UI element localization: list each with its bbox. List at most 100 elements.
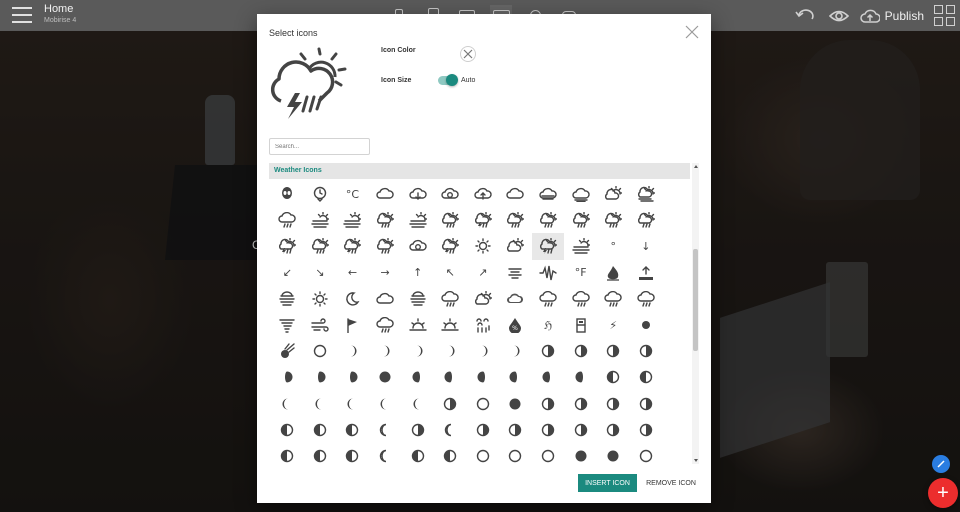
moon-alt-gibbous-1-icon[interactable]	[467, 417, 500, 443]
moon-waning-crescent-3-icon[interactable]	[304, 391, 337, 417]
scroll-up-icon[interactable]	[694, 165, 698, 168]
moon-waning-crescent-6-icon[interactable]	[401, 391, 434, 417]
moon-waxing-gibbous-3-icon[interactable]	[630, 338, 663, 364]
scrollbar-thumb[interactable]	[693, 249, 698, 351]
moon-alt-crescent-3-icon[interactable]	[336, 417, 369, 443]
flood-icon[interactable]	[630, 260, 663, 286]
day-thunderstorm-icon[interactable]	[467, 207, 500, 233]
humidity-icon[interactable]: %	[499, 312, 532, 338]
day-sleet-icon[interactable]	[532, 207, 565, 233]
arrow-down-icon[interactable]: ↓	[630, 233, 663, 259]
day-storm-selected-icon[interactable]	[531, 233, 565, 260]
thunderstorm-icon[interactable]	[630, 286, 663, 312]
moon-alt-first-quarter-icon[interactable]	[434, 391, 467, 417]
day-sunny-icon[interactable]	[467, 233, 500, 259]
rain-mix-icon[interactable]	[369, 312, 402, 338]
arrow-down-left-icon[interactable]: ↙	[271, 260, 304, 286]
sunrise-icon[interactable]	[401, 312, 434, 338]
moon-alt-4-icon[interactable]	[369, 443, 402, 464]
day-haze-icon[interactable]	[336, 207, 369, 233]
hurricane-icon[interactable]	[271, 312, 304, 338]
moon-third-quarter-icon[interactable]	[597, 364, 630, 390]
day-rain-wind-icon[interactable]	[369, 233, 402, 259]
lightning-icon[interactable]: ⚡	[597, 312, 630, 338]
day-snow-icon[interactable]	[597, 207, 630, 233]
moon-waxing-gibbous-1-icon[interactable]	[564, 338, 597, 364]
moon-full-outline-icon[interactable]	[304, 338, 337, 364]
moon-alt-11-icon[interactable]	[597, 443, 630, 464]
fahrenheit-icon[interactable]: °F	[564, 260, 597, 286]
moon-alt-7-icon[interactable]	[467, 443, 500, 464]
moon-waxing-crescent-6-icon[interactable]	[499, 338, 532, 364]
moon-alt-crescent-4-icon[interactable]	[369, 417, 402, 443]
moon-waxing-gibbous-4-icon[interactable]	[271, 364, 304, 390]
moon-alt-gibbous-5-icon[interactable]	[597, 417, 630, 443]
close-icon[interactable]	[685, 25, 699, 39]
day-light-wind-icon[interactable]	[434, 207, 467, 233]
moon-waning-gibbous-1-icon[interactable]	[401, 364, 434, 390]
moon-alt-2-icon[interactable]	[304, 443, 337, 464]
sleet-icon[interactable]	[564, 286, 597, 312]
moon-alt-6-icon[interactable]	[434, 443, 467, 464]
moon-alt-third-quarter-icon[interactable]	[564, 391, 597, 417]
day-sleet-storm-icon[interactable]	[304, 233, 337, 259]
horizon-icon[interactable]	[401, 286, 434, 312]
day-cloudy-high-icon[interactable]	[499, 233, 532, 259]
sun-outline-icon[interactable]	[304, 286, 337, 312]
clock-icon[interactable]	[304, 181, 337, 207]
day-storm-showers-icon[interactable]	[271, 233, 304, 259]
day-rain-mix-icon[interactable]	[564, 207, 597, 233]
moon-waxing-crescent-5-icon[interactable]	[467, 338, 500, 364]
undo-icon[interactable]	[792, 6, 818, 26]
moon-waxing-gibbous-5-icon[interactable]	[304, 364, 337, 390]
moon-waning-gibbous-2-icon[interactable]	[434, 364, 467, 390]
meteor-icon[interactable]	[271, 338, 304, 364]
moon-waxing-crescent-3-icon[interactable]	[401, 338, 434, 364]
moon-waning-crescent-1-icon[interactable]	[630, 364, 663, 390]
small-craft-advisory-icon[interactable]	[336, 312, 369, 338]
cloud-wind-icon[interactable]	[532, 181, 565, 207]
moon-alt-new-icon[interactable]	[467, 391, 500, 417]
cloud-up-icon[interactable]	[467, 181, 500, 207]
showers-icon[interactable]	[434, 286, 467, 312]
moon-new-icon[interactable]	[630, 312, 663, 338]
rain-icon[interactable]	[532, 286, 565, 312]
day-sunny-overcast-icon[interactable]	[597, 181, 630, 207]
moon-waning-crescent-4-icon[interactable]	[336, 391, 369, 417]
blocks-grid-icon[interactable]	[934, 4, 956, 27]
page-title[interactable]: Home	[44, 3, 73, 15]
moon-full-icon[interactable]	[369, 364, 402, 390]
moon-alt-waning-gibbous-icon[interactable]	[597, 391, 630, 417]
arrow-up-left-icon[interactable]: ↖	[434, 260, 467, 286]
moon-alt-5-icon[interactable]	[401, 443, 434, 464]
day-snow-thunderstorm-icon[interactable]	[336, 233, 369, 259]
degrees-icon[interactable]: °	[597, 233, 630, 259]
moon-waning-gibbous-3-icon[interactable]	[467, 364, 500, 390]
dust-icon[interactable]	[499, 260, 532, 286]
moon-alt-8-icon[interactable]	[499, 443, 532, 464]
insert-icon-button[interactable]: INSERT ICON	[578, 474, 637, 492]
moon-icon[interactable]	[336, 286, 369, 312]
moon-alt-3-icon[interactable]	[336, 443, 369, 464]
celsius-icon[interactable]: °C	[336, 181, 369, 207]
day-haze-wind-icon[interactable]	[564, 233, 597, 259]
search-input[interactable]	[269, 138, 370, 155]
cloud-icon[interactable]	[369, 181, 402, 207]
moon-alt-gibbous-4-icon[interactable]	[564, 417, 597, 443]
arrow-left-icon[interactable]: ←	[336, 260, 369, 286]
cloud-solid-icon[interactable]	[499, 286, 532, 312]
moon-alt-crescent-1-icon[interactable]	[271, 417, 304, 443]
fire-icon[interactable]	[597, 260, 630, 286]
moon-alt-gibbous-3-icon[interactable]	[532, 417, 565, 443]
remove-icon-button[interactable]: REMOVE ICON	[642, 474, 700, 492]
moon-alt-9-icon[interactable]	[532, 443, 565, 464]
cloud-fog-icon[interactable]	[564, 181, 597, 207]
moon-alt-waning-crescent-icon[interactable]	[630, 391, 663, 417]
moon-alt-crescent-5-icon[interactable]	[401, 417, 434, 443]
moon-waxing-gibbous-2-icon[interactable]	[597, 338, 630, 364]
moon-waxing-crescent-2-icon[interactable]	[369, 338, 402, 364]
edit-pencil-icon[interactable]	[932, 455, 950, 473]
barometer-icon[interactable]	[564, 312, 597, 338]
arrow-up-icon[interactable]: ↑	[401, 260, 434, 286]
strong-wind-icon[interactable]	[304, 312, 337, 338]
